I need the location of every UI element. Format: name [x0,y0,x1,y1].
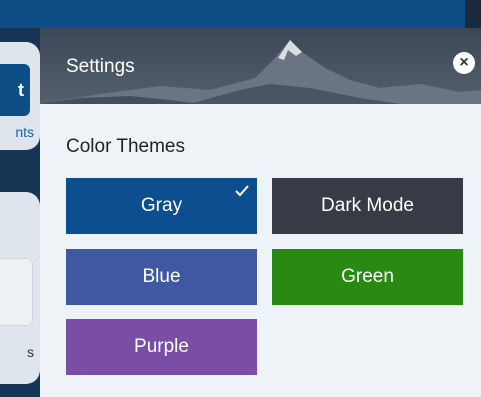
top-bar-edge [465,0,481,28]
background-button-glyph: t [18,79,24,100]
theme-label: Gray [140,195,183,216]
color-themes-heading: Color Themes [66,136,185,157]
theme-label: Dark Mode [321,195,414,216]
theme-blue-button[interactable]: Blue [66,249,257,305]
close-icon[interactable]: × [453,52,475,74]
background-inner-box [0,258,33,326]
theme-dark-mode-button[interactable]: Dark Mode [272,178,463,234]
settings-title: Settings [66,56,135,77]
background-label: nts [15,124,34,140]
top-app-bar [0,0,481,28]
theme-label: Purple [134,336,189,357]
background-label: s [27,344,34,360]
check-icon [235,185,249,197]
settings-header: Settings × [40,28,481,104]
theme-gray-button[interactable]: Gray [66,178,257,234]
background-app-button[interactable]: t [0,64,30,116]
app-window: t nts s Settings × Color Themes Gray Dar… [0,0,481,397]
theme-label: Blue [142,266,181,287]
theme-purple-button[interactable]: Purple [66,319,257,375]
theme-green-button[interactable]: Green [272,249,463,305]
theme-label: Green [341,266,394,287]
settings-panel: Settings × Color Themes Gray Dark Mode B… [40,28,481,397]
